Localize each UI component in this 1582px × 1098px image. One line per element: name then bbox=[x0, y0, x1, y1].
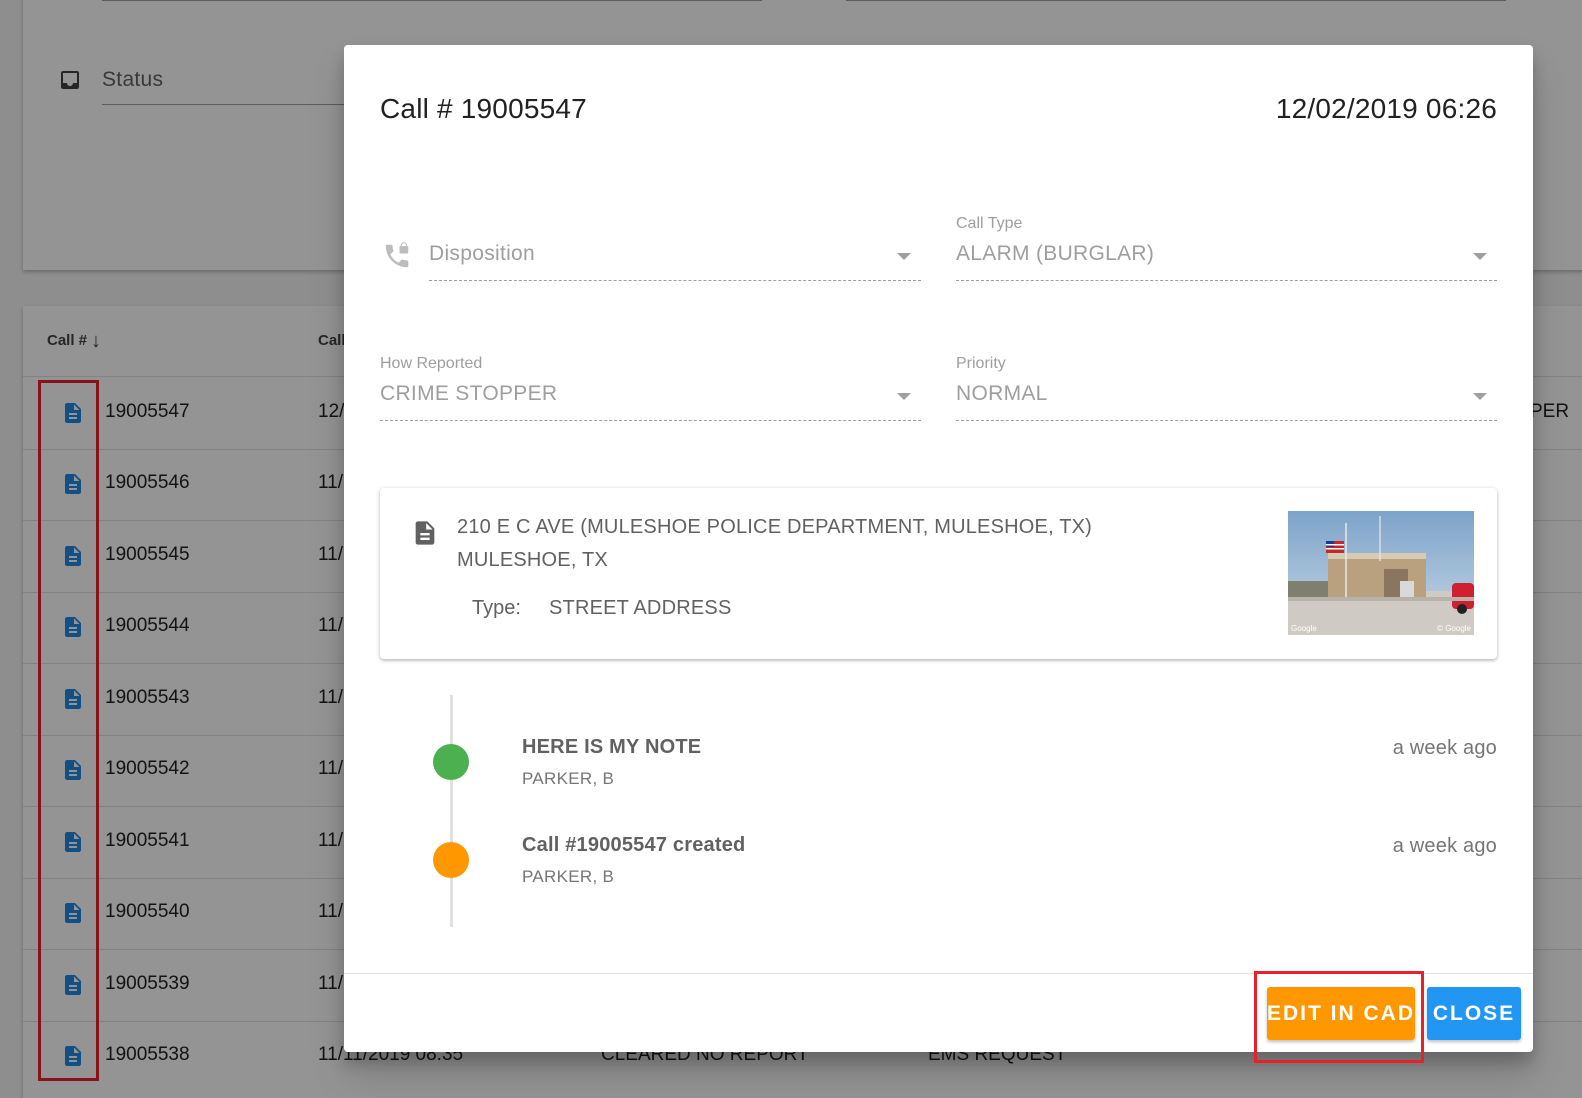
how-reported-underline bbox=[380, 420, 921, 421]
call-type-value: ALARM (BURGLAR) bbox=[956, 242, 1155, 265]
how-reported-value: CRIME STOPPER bbox=[380, 382, 558, 405]
call-type-underline bbox=[956, 280, 1497, 281]
how-reported-caption: How Reported bbox=[380, 355, 483, 372]
timeline-dot-note bbox=[433, 744, 469, 780]
call-detail-dialog: Call # 19005547 12/02/2019 06:26 Disposi… bbox=[344, 45, 1533, 1052]
priority-caption: Priority bbox=[956, 355, 1006, 372]
disposition-underline bbox=[429, 280, 921, 281]
edit-in-cad-button[interactable]: EDIT IN CAD bbox=[1267, 987, 1415, 1040]
street-view-thumbnail[interactable]: Google © Google bbox=[1288, 511, 1474, 635]
timeline-entry-time: a week ago bbox=[1392, 835, 1497, 857]
timeline-rail bbox=[450, 695, 453, 927]
priority-underline bbox=[956, 420, 1497, 421]
address-card: 210 E C AVE (MULESHOE POLICE DEPARTMENT,… bbox=[380, 488, 1497, 659]
close-button[interactable]: CLOSE bbox=[1427, 987, 1521, 1040]
phone-locked-icon bbox=[385, 242, 409, 268]
chevron-down-icon bbox=[1473, 393, 1487, 400]
timeline-entry-author: PARKER, B bbox=[522, 769, 615, 788]
timeline-entry-time: a week ago bbox=[1392, 737, 1497, 759]
timeline-entry-title: Call #19005547 created bbox=[522, 834, 746, 856]
document-icon bbox=[415, 521, 435, 545]
timeline-entry-author: PARKER, B bbox=[522, 867, 615, 886]
timeline-entry-title: HERE IS MY NOTE bbox=[522, 736, 702, 758]
street-view-image bbox=[1288, 511, 1474, 635]
dialog-datetime: 12/02/2019 06:26 bbox=[1275, 93, 1497, 124]
dialog-actions-divider bbox=[344, 973, 1533, 974]
priority-select[interactable]: Priority NORMAL bbox=[956, 355, 1497, 422]
photo-tag-copyright: © Google bbox=[1437, 624, 1471, 633]
call-type-select[interactable]: Call Type ALARM (BURGLAR) bbox=[956, 215, 1497, 282]
chevron-down-icon bbox=[897, 393, 911, 400]
how-reported-select[interactable]: How Reported CRIME STOPPER bbox=[380, 355, 921, 422]
timeline-dot-created bbox=[433, 842, 469, 878]
address-type-label: Type: bbox=[472, 597, 521, 619]
priority-value: NORMAL bbox=[956, 382, 1048, 405]
disposition-placeholder: Disposition bbox=[429, 242, 536, 265]
disposition-select[interactable]: Disposition bbox=[429, 220, 921, 282]
dialog-title: Call # 19005547 bbox=[380, 93, 587, 124]
address-line-1: 210 E C AVE (MULESHOE POLICE DEPARTMENT,… bbox=[457, 516, 1093, 538]
address-type-value: STREET ADDRESS bbox=[549, 597, 732, 619]
chevron-down-icon bbox=[1473, 253, 1487, 260]
address-line-2: MULESHOE, TX bbox=[457, 549, 608, 571]
chevron-down-icon bbox=[897, 253, 911, 260]
photo-tag-google: Google bbox=[1291, 624, 1317, 633]
call-type-caption: Call Type bbox=[956, 215, 1023, 232]
